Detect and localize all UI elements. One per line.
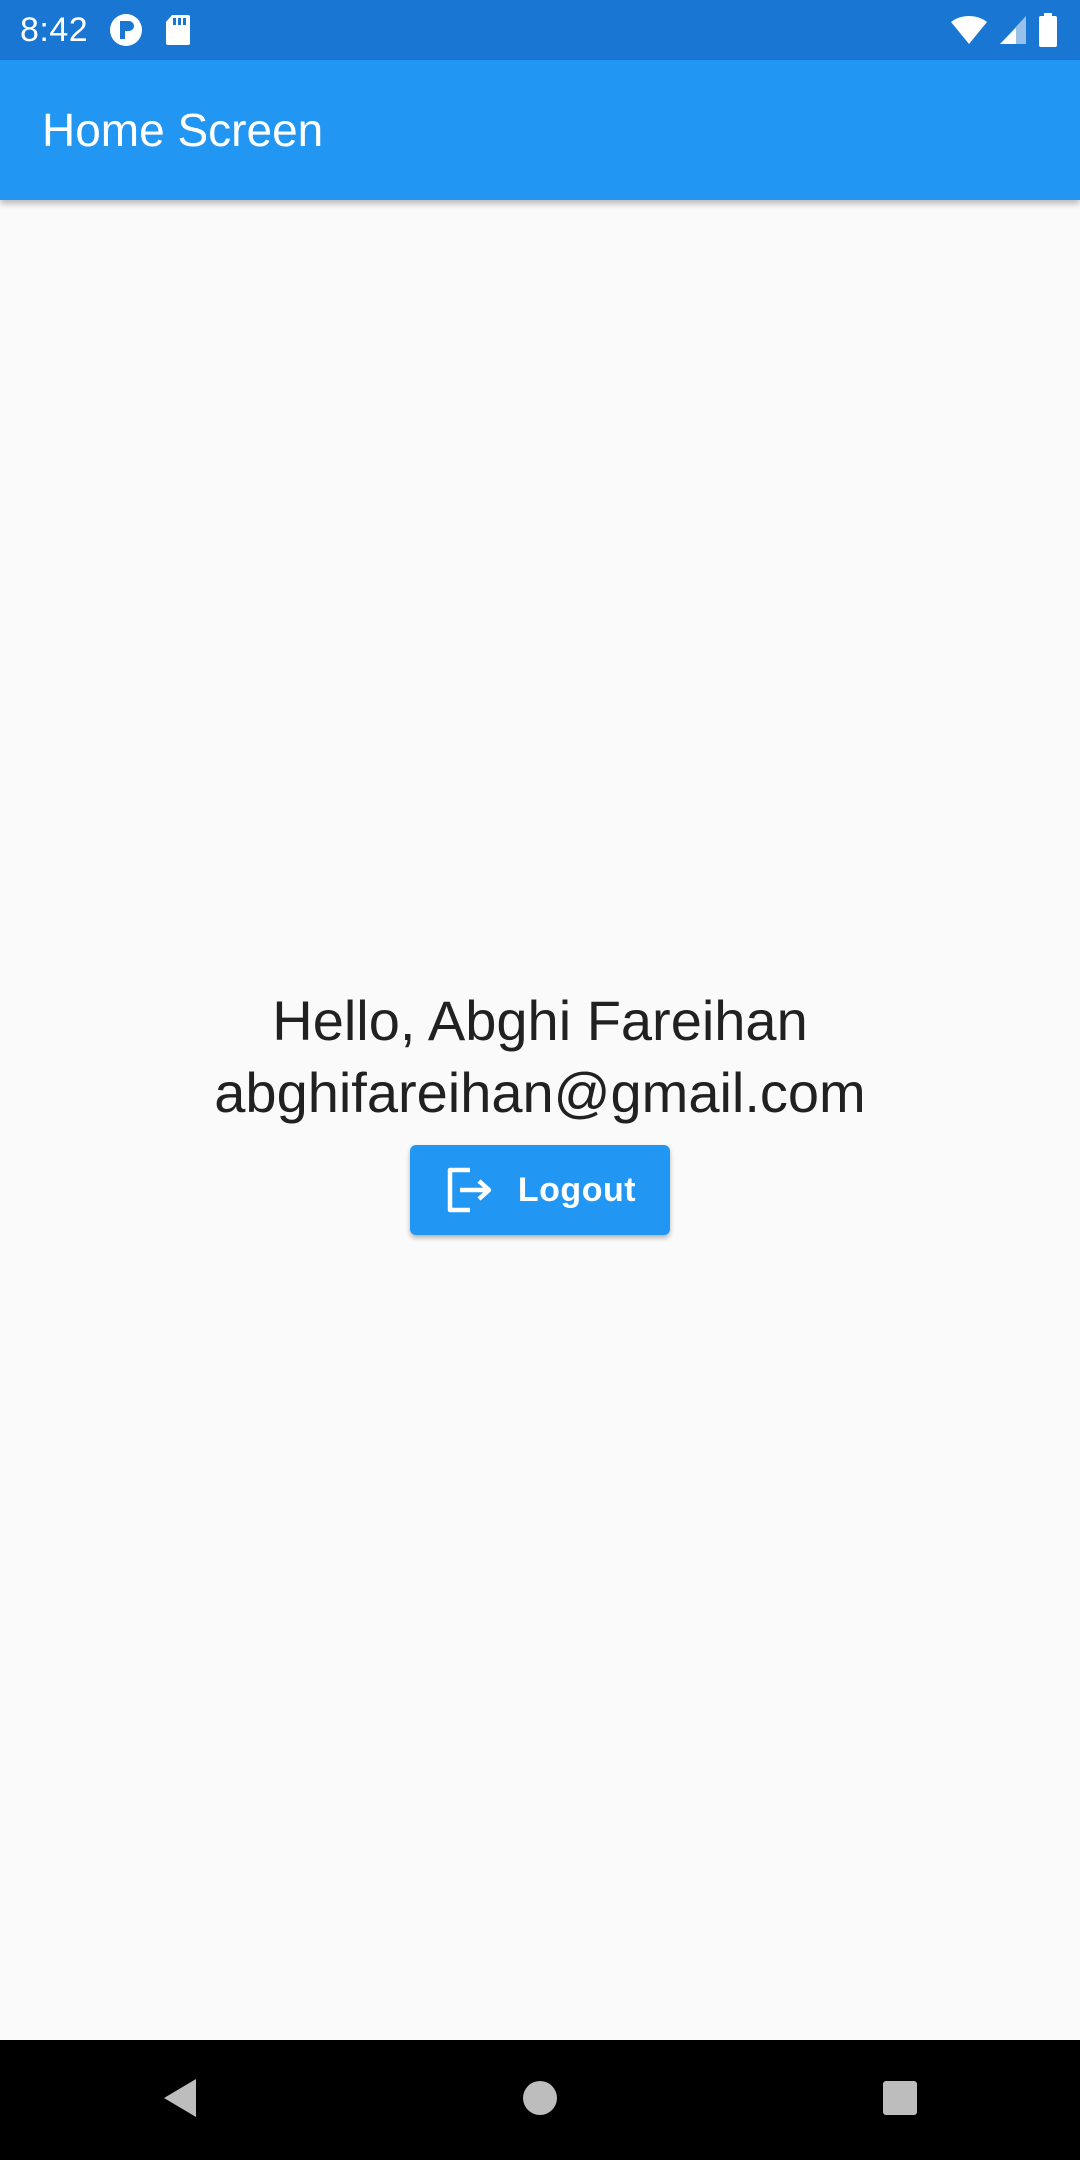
sd-card-icon xyxy=(164,13,192,47)
email-text: abghifareihan@gmail.com xyxy=(214,1061,866,1124)
user-info: Hello, Abghi Fareihan abghifareihan@gmai… xyxy=(214,985,866,1235)
logout-icon xyxy=(444,1166,496,1214)
home-icon xyxy=(520,2078,560,2123)
status-right xyxy=(950,0,1058,60)
cell-signal-icon xyxy=(998,14,1028,46)
notification-app-icon xyxy=(108,12,144,48)
logout-button[interactable]: Logout xyxy=(409,1145,670,1235)
wifi-icon xyxy=(950,14,988,46)
greeting-text: Hello, Abghi Fareihan xyxy=(272,989,808,1052)
back-button[interactable] xyxy=(120,2050,240,2150)
main-content: Hello, Abghi Fareihan abghifareihan@gmai… xyxy=(0,200,1080,2040)
status-left: 8:42 xyxy=(0,11,192,50)
recents-button[interactable] xyxy=(840,2050,960,2150)
home-screen: 8:42 Home Screen Hello, Abghi Fareihan a… xyxy=(0,0,1080,2160)
home-button[interactable] xyxy=(480,2050,600,2150)
system-nav-bar xyxy=(0,2040,1080,2160)
recents-icon xyxy=(880,2078,920,2123)
app-bar: Home Screen xyxy=(0,60,1080,200)
back-icon xyxy=(160,2076,200,2125)
status-bar: 8:42 xyxy=(0,0,1080,60)
status-time: 8:42 xyxy=(20,10,89,49)
battery-icon xyxy=(1038,12,1058,48)
logout-button-label: Logout xyxy=(517,1170,637,1209)
page-title: Home Screen xyxy=(42,104,324,156)
